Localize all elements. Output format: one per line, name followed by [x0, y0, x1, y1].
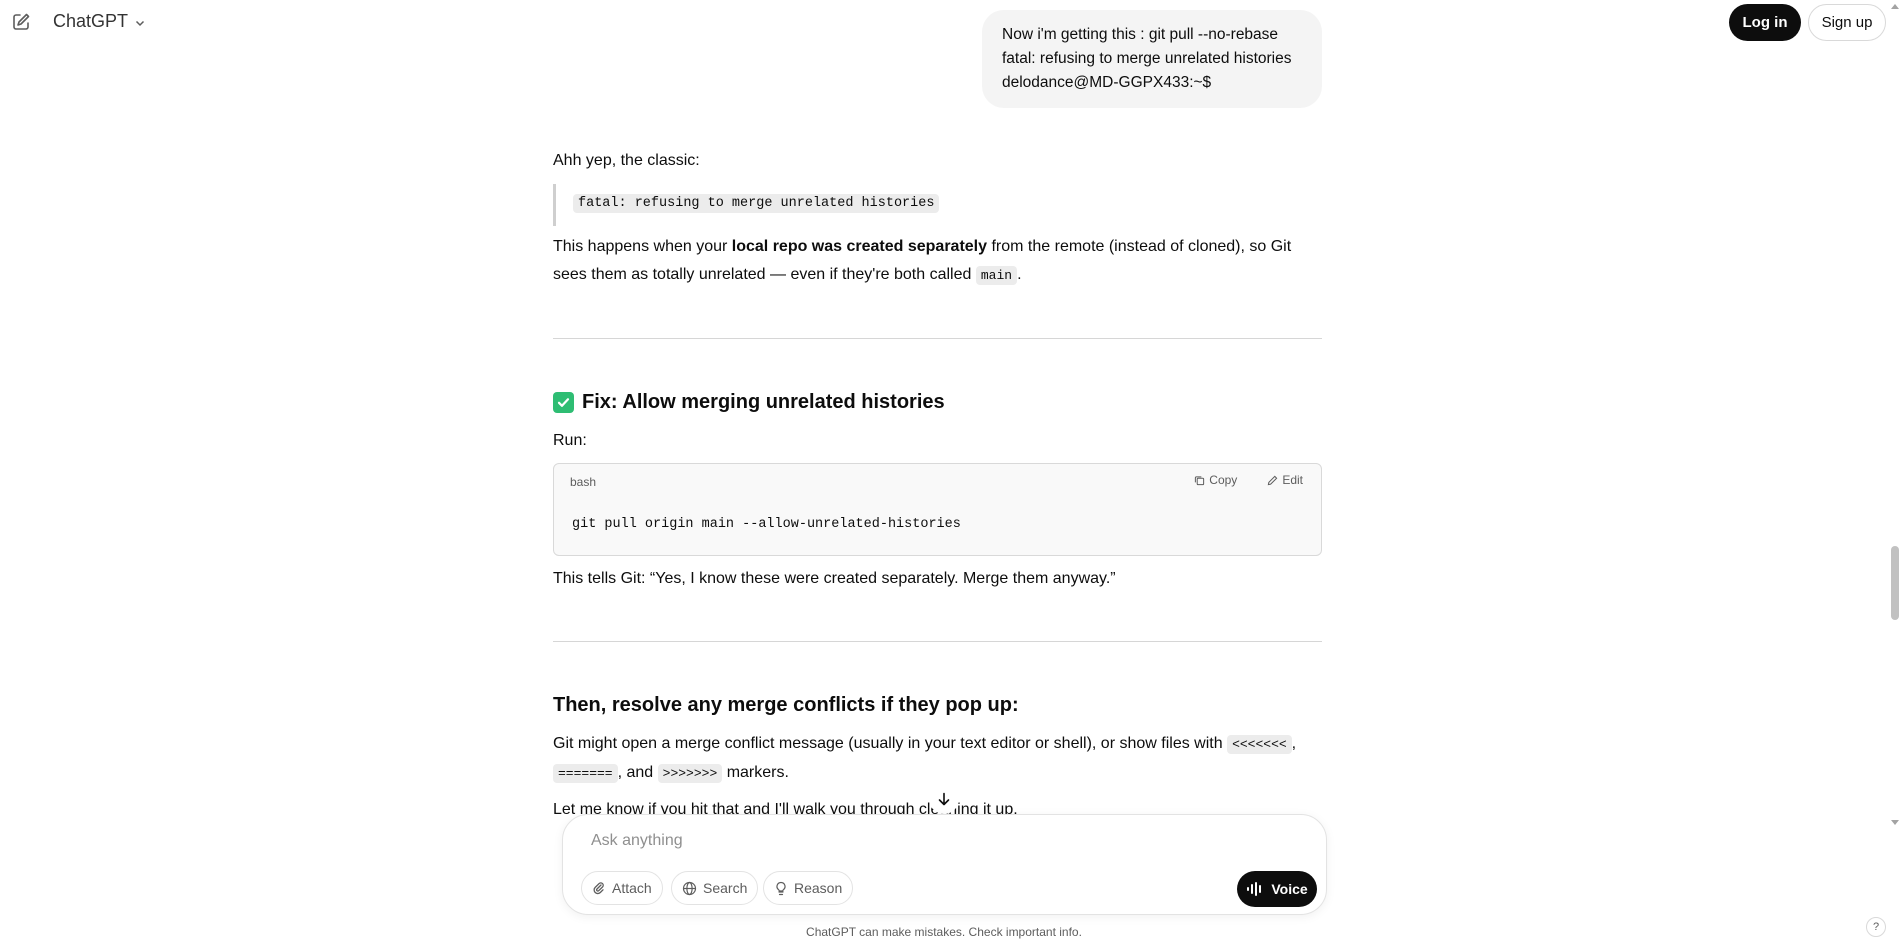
copy-icon — [1195, 475, 1205, 485]
scroll-down-arrow-icon[interactable] — [1891, 820, 1899, 825]
divider — [553, 641, 1322, 642]
attach-button[interactable]: Attach — [581, 871, 663, 905]
text: Git might open a merge conflict message … — [553, 735, 1228, 752]
tells-git-paragraph: This tells Git: “Yes, I know these were … — [553, 570, 1116, 587]
check-icon — [553, 392, 574, 413]
resolve-heading: Then, resolve any merge conflicts if the… — [553, 694, 1019, 717]
assistant-intro: Ahh yep, the classic: — [553, 152, 700, 169]
prompt-input[interactable] — [589, 827, 1193, 855]
attach-label: Attach — [612, 880, 652, 896]
search-label: Search — [703, 880, 748, 896]
code-actions: Copy Edit — [1194, 473, 1303, 487]
lightbulb-icon — [776, 881, 786, 895]
reason-label: Reason — [794, 880, 843, 896]
inline-code: fatal: refusing to merge unrelated histo… — [573, 194, 940, 213]
user-message-line: Now i'm getting this : git pull --no-reb… — [1002, 26, 1279, 43]
fix-heading: Fix: Allow merging unrelated histories — [553, 391, 945, 414]
bold-text: local repo was created separately — [731, 238, 988, 255]
new-chat-icon[interactable] — [11, 12, 31, 32]
user-message-bubble: Now i'm getting this : git pull --no-reb… — [982, 10, 1322, 108]
code-text: git pull origin main --allow-unrelated-h… — [572, 517, 961, 532]
model-selector[interactable]: ChatGPT — [53, 11, 146, 32]
text: . — [1017, 266, 1022, 283]
heading-text: Then, resolve any merge conflicts if the… — [553, 694, 1019, 716]
globe-icon — [682, 881, 697, 895]
scroll-up-arrow-icon[interactable] — [1891, 4, 1899, 9]
text: , and — [617, 764, 658, 781]
text: , — [1291, 735, 1297, 752]
paperclip-icon — [593, 882, 604, 895]
text: markers. — [722, 764, 789, 781]
run-label: Run: — [553, 432, 587, 449]
divider — [553, 338, 1322, 339]
arrow-down-icon — [938, 792, 950, 806]
scrollbar-thumb[interactable] — [1891, 546, 1899, 620]
inline-code: <<<<<<< — [1227, 735, 1292, 754]
code-block: bash Copy Edit git pull origin main --al… — [553, 463, 1322, 556]
search-button[interactable]: Search — [671, 871, 759, 905]
waveform-icon — [1247, 882, 1262, 896]
edit-button[interactable]: Edit — [1267, 473, 1303, 487]
edit-icon — [1268, 475, 1278, 485]
conflict-paragraph: Git might open a merge conflict message … — [553, 730, 1322, 788]
code-language: bash — [570, 475, 597, 489]
inline-code: main — [975, 266, 1018, 285]
signup-button[interactable]: Sign up — [1808, 4, 1886, 41]
scroll-to-bottom-button[interactable] — [929, 784, 959, 814]
edit-label: Edit — [1282, 473, 1303, 487]
voice-label: Voice — [1271, 881, 1308, 897]
scrollbar[interactable] — [1886, 0, 1904, 947]
user-message-line: delodance@MD-GGPX433:~$ — [1002, 74, 1212, 91]
login-button[interactable]: Log in — [1729, 4, 1801, 41]
voice-button[interactable]: Voice — [1237, 871, 1317, 907]
text: This happens when your — [553, 238, 732, 255]
composer: Attach Search Reason Voice — [562, 814, 1327, 915]
user-message-line: fatal: refusing to merge unrelated histo… — [1002, 50, 1292, 67]
heading-text: Fix: Allow merging unrelated histories — [582, 391, 945, 413]
copy-button[interactable]: Copy — [1194, 473, 1237, 487]
disclaimer: ChatGPT can make mistakes. Check importa… — [806, 925, 1082, 939]
chevron-down-icon — [136, 20, 145, 26]
inline-code: >>>>>>> — [657, 764, 723, 783]
brand-label: ChatGPT — [53, 11, 129, 31]
blockquote: fatal: refusing to merge unrelated histo… — [553, 184, 940, 226]
inline-code: ======= — [553, 764, 618, 783]
explain-paragraph: This happens when your local repo was cr… — [553, 233, 1322, 290]
copy-label: Copy — [1209, 473, 1238, 487]
reason-button[interactable]: Reason — [763, 871, 854, 905]
top-bar: ChatGPT Log in Sign up — [0, 0, 1904, 44]
help-button[interactable]: ? — [1866, 917, 1886, 937]
